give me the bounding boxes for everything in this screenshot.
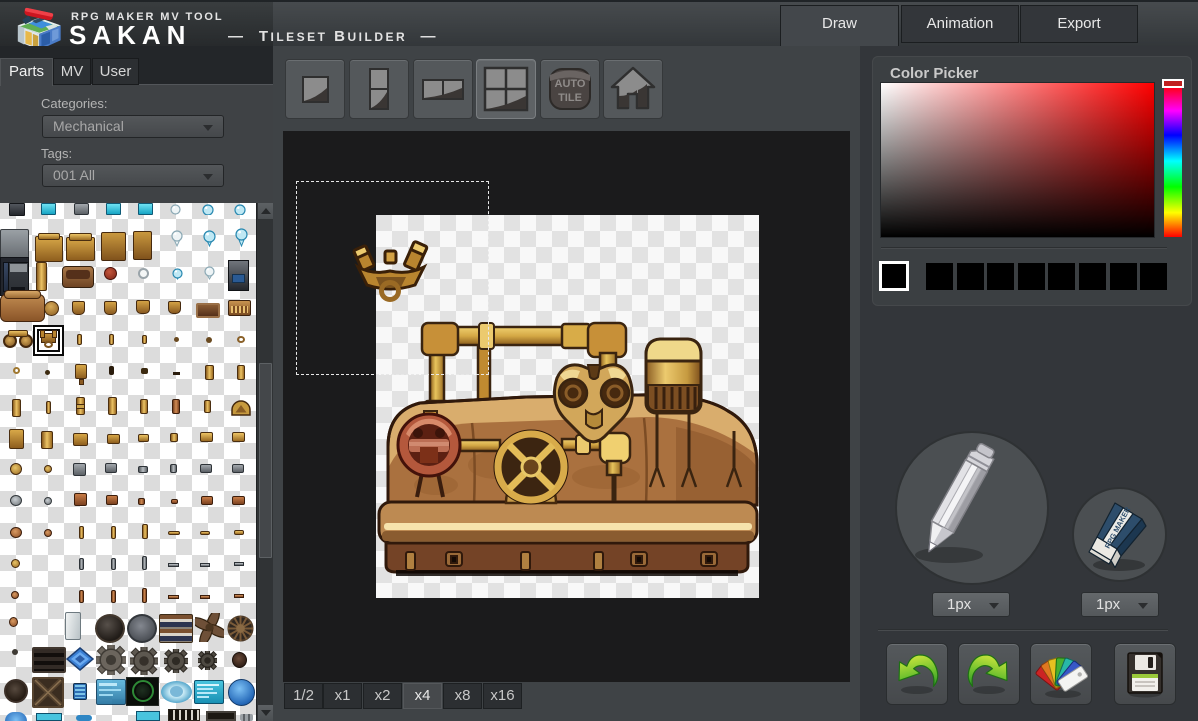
svg-text:AUTO: AUTO [555, 78, 586, 90]
svg-text:TILE: TILE [558, 92, 582, 104]
